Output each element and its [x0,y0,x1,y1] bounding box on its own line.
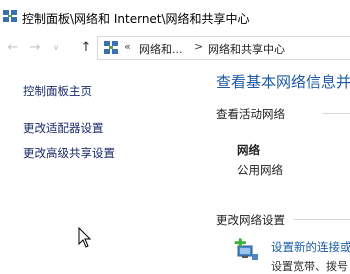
network-center-icon [3,10,17,22]
forward-arrow-icon[interactable]: → [27,39,43,57]
up-arrow-icon[interactable]: ↑ [78,39,94,57]
left-pane: 控制面板主页 更改适配器设置 更改高级共享设置 [0,61,210,266]
address-bar[interactable]: « 网络和... > 网络和共享中心 [97,36,350,60]
setup-new-connection-link[interactable]: 设置新的连接或 [271,239,350,255]
navigation-bar: ← → ∨ ↑ « 网络和... > 网络和共享中心 [0,35,350,61]
breadcrumb-separator-icon[interactable]: > [194,40,203,53]
breadcrumb-sharing-center[interactable]: 网络和共享中心 [208,41,285,57]
back-arrow-icon[interactable]: ← [5,39,21,57]
section-divider [294,219,350,220]
active-networks-heading: 查看活动网络 [216,107,285,121]
network-type: 公用网络 [237,163,283,177]
section-divider [322,113,350,114]
change-adapter-settings-link[interactable]: 更改适配器设置 [23,120,104,136]
setup-new-connection-description: 设置宽带、拨号 [271,260,348,273]
network-name: 网络 [237,143,260,157]
change-advanced-sharing-link[interactable]: 更改高级共享设置 [23,145,115,161]
page-title: 查看基本网络信息并 [216,73,350,91]
control-panel-icon [104,41,118,54]
breadcrumb-overflow-icon[interactable]: « [124,40,131,53]
window-title: 控制面板\网络和 Internet\网络和共享中心 [22,12,250,26]
mouse-pointer-icon [78,227,92,248]
new-connection-icon [234,238,258,260]
title-bar: 控制面板\网络和 Internet\网络和共享中心 [0,0,350,35]
control-panel-home-link[interactable]: 控制面板主页 [23,83,92,99]
breadcrumb-network-internet[interactable]: 网络和... [139,41,183,57]
recent-locations-icon[interactable]: ∨ [48,39,64,57]
change-settings-heading: 更改网络设置 [216,213,285,227]
